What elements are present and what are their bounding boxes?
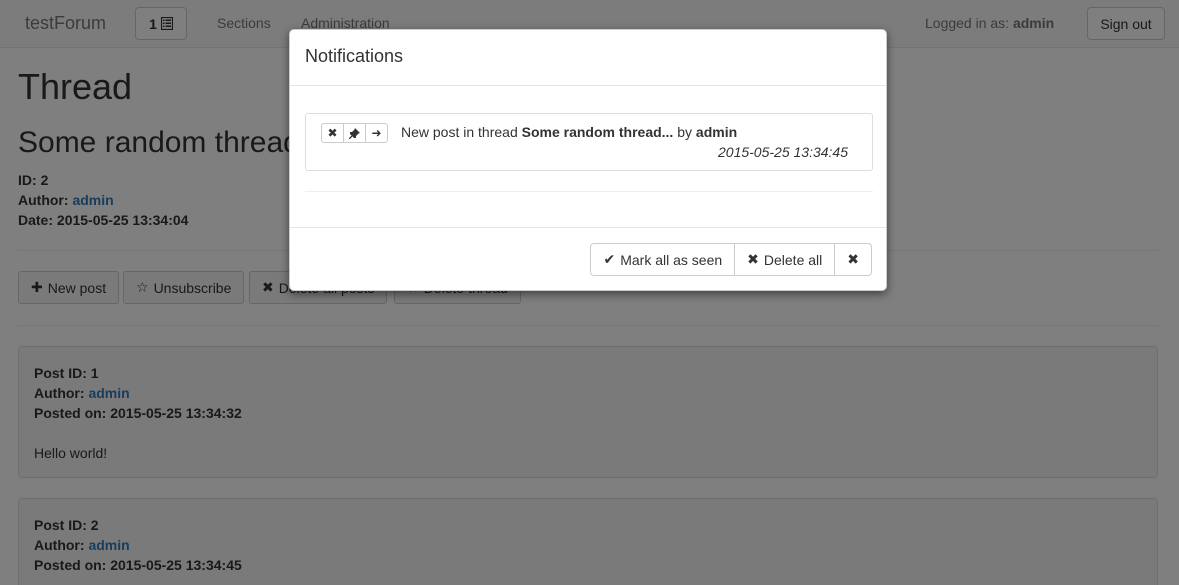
delete-all-label: Delete all xyxy=(763,251,823,268)
modal-title: Notifications xyxy=(305,46,404,66)
close-modal-button[interactable]: ✖ xyxy=(834,243,872,276)
check-icon: ✔ xyxy=(603,251,616,267)
notification-date: 2015-05-25 13:34:45 xyxy=(718,144,848,160)
modal-divider xyxy=(305,191,873,192)
notification-thread: Some random thread... xyxy=(521,124,674,140)
pin-notification-button[interactable] xyxy=(343,123,366,143)
modal-header: Notifications xyxy=(290,30,886,86)
mark-all-seen-button[interactable]: ✔ Mark all as seen xyxy=(590,243,736,276)
notification-actions: ✖ ➜ xyxy=(321,123,388,143)
remove-icon: ✖ xyxy=(747,251,759,267)
pin-icon xyxy=(349,127,360,139)
mark-all-seen-label: Mark all as seen xyxy=(620,251,723,268)
notification-prefix: New post in thread xyxy=(401,124,518,140)
notification-by: by xyxy=(677,124,693,140)
notification-user: admin xyxy=(695,124,738,140)
notification-item: ✖ ➜ New post in thread Some random threa… xyxy=(305,113,873,171)
close-icon: ✖ xyxy=(847,251,859,267)
modal-footer-buttons: ✔ Mark all as seen ✖ Delete all ✖ xyxy=(590,243,872,276)
delete-notification-button[interactable]: ✖ xyxy=(321,123,344,143)
remove-icon: ✖ xyxy=(327,126,338,140)
notifications-modal: Notifications ✖ ➜ New post in thread Som… xyxy=(289,29,887,291)
go-to-notification-button[interactable]: ➜ xyxy=(365,123,388,143)
modal-footer: ✔ Mark all as seen ✖ Delete all ✖ xyxy=(290,227,886,291)
arrow-right-icon: ➜ xyxy=(371,126,382,140)
notification-text: New post in thread Some random thread...… xyxy=(401,124,737,140)
delete-all-button[interactable]: ✖ Delete all xyxy=(734,243,836,276)
